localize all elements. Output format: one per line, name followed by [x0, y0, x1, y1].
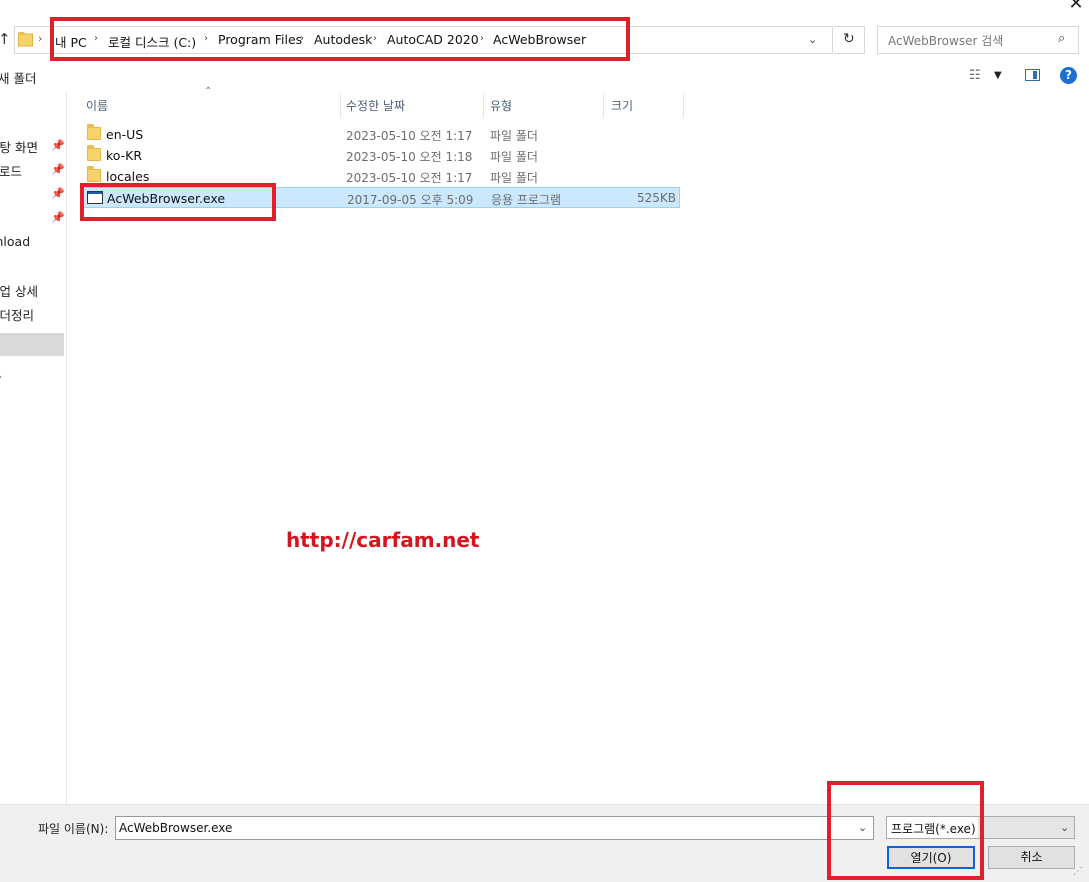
filename-value: AcWebBrowser.exe: [119, 821, 233, 835]
search-placeholder: AcWebBrowser 검색: [888, 34, 1004, 48]
column-header-type[interactable]: 유형: [490, 97, 512, 114]
nav-item-selected[interactable]: [0, 333, 64, 356]
file-name: en-US: [106, 127, 144, 142]
file-name: locales: [106, 169, 150, 184]
nav-item-desktop[interactable]: 바탕 화면: [0, 137, 38, 156]
file-row[interactable]: ko-KR 2023-05-10 오전 1:18 파일 폴더: [81, 145, 680, 166]
file-type: 파일 폴더: [490, 150, 538, 164]
column-divider[interactable]: [683, 93, 684, 118]
folder-icon: [18, 32, 33, 47]
chevron-down-icon[interactable]: ⌄: [1060, 821, 1069, 834]
column-divider[interactable]: [483, 93, 484, 118]
folder-icon: [87, 145, 101, 161]
highlight-box: [50, 17, 630, 61]
highlight-box: [80, 183, 276, 221]
column-divider[interactable]: [340, 93, 341, 118]
refresh-icon[interactable]: ↻: [843, 31, 855, 47]
file-row[interactable]: en-US 2023-05-10 오전 1:17 파일 폴더: [81, 124, 680, 145]
file-modified: 2017-09-05 오후 5:09: [347, 193, 474, 207]
help-icon[interactable]: ?: [1060, 67, 1077, 84]
nav-item-folder[interactable]: 폴더정리: [0, 305, 34, 324]
new-folder-button[interactable]: 새 폴더: [0, 68, 36, 87]
chevron-down-icon[interactable]: ⌄: [808, 33, 817, 46]
file-size: 525KB: [636, 191, 676, 205]
file-modified: 2023-05-10 오전 1:17: [346, 171, 473, 185]
watermark-text: http://carfam.net: [286, 528, 480, 552]
nav-item-download[interactable]: Download: [0, 234, 30, 249]
pin-icon[interactable]: 📌: [51, 211, 65, 224]
sort-ascending-icon: ⌃: [204, 86, 213, 97]
chevron-right-icon[interactable]: ›: [0, 372, 2, 383]
pin-icon[interactable]: 📌: [51, 187, 65, 200]
file-type: 응용 프로그램: [491, 193, 562, 207]
close-icon[interactable]: ✕: [1064, 0, 1088, 16]
column-header-modified[interactable]: 수정한 날짜: [346, 97, 405, 114]
pin-icon[interactable]: 📌: [51, 163, 65, 176]
file-modified: 2023-05-10 오전 1:17: [346, 129, 473, 143]
cancel-button[interactable]: 취소: [988, 846, 1075, 869]
file-name: ko-KR: [106, 148, 143, 163]
column-header-name[interactable]: 이름: [86, 97, 108, 114]
preview-pane-icon[interactable]: [1025, 69, 1040, 81]
folder-icon: [87, 166, 101, 182]
search-icon[interactable]: ⌕: [1058, 31, 1065, 46]
filename-label: 파일 이름(N):: [38, 822, 109, 836]
nav-item-downloads[interactable]: 다운로드: [0, 161, 22, 180]
pin-icon[interactable]: 📌: [51, 139, 65, 152]
highlight-box: [827, 781, 984, 880]
chevron-down-icon[interactable]: ▼: [994, 70, 1002, 81]
folder-icon: [87, 124, 101, 140]
column-header-size[interactable]: 크기: [611, 97, 633, 114]
view-options-icon[interactable]: ☷: [969, 68, 981, 83]
column-divider[interactable]: [603, 93, 604, 118]
nav-item-folder[interactable]: 작업 상세: [0, 281, 38, 300]
file-modified: 2023-05-10 오전 1:18: [346, 150, 473, 164]
resize-grip-icon[interactable]: ⋰: [1073, 866, 1083, 877]
file-type: 파일 폴더: [490, 171, 538, 185]
chevron-right-icon[interactable]: ›: [38, 32, 42, 45]
file-type: 파일 폴더: [490, 129, 538, 143]
up-arrow-icon[interactable]: ↑: [0, 29, 14, 49]
